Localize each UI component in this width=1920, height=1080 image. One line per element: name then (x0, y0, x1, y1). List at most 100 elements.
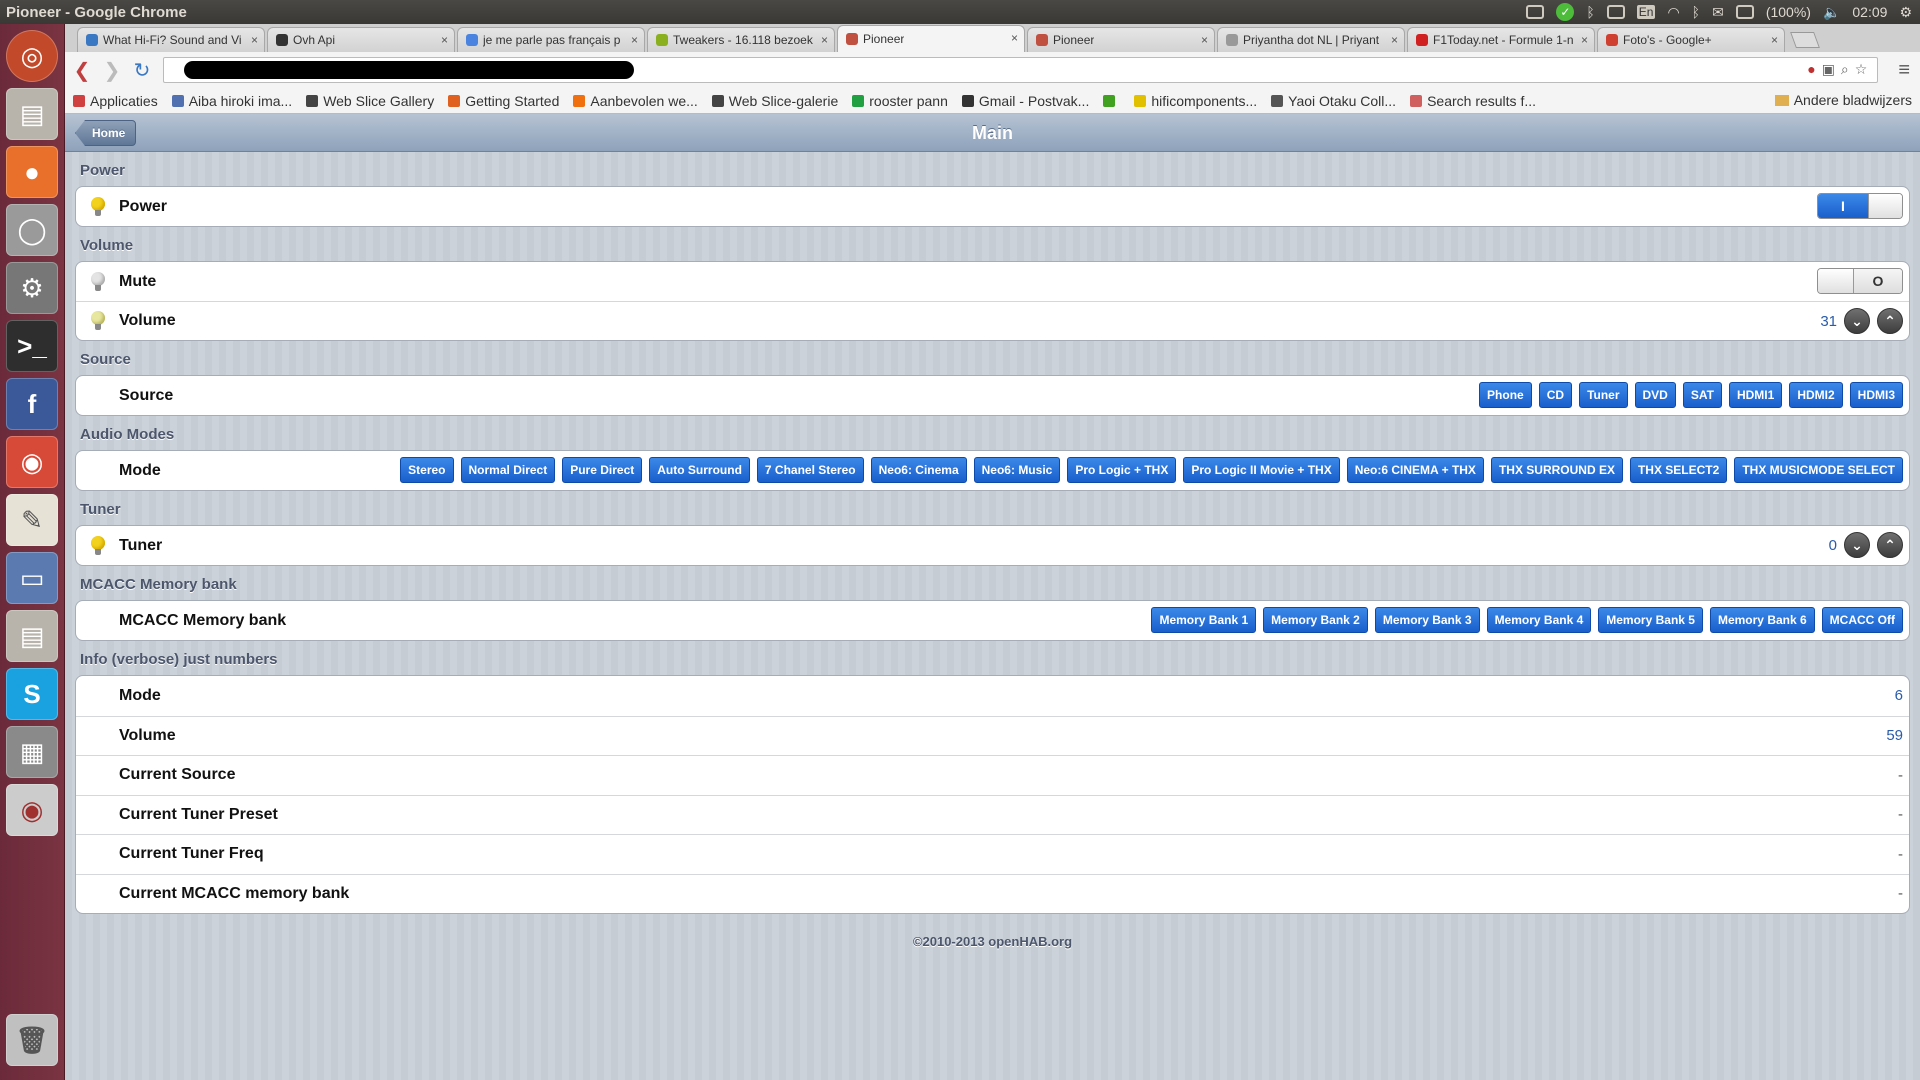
ubuntu-icon[interactable]: ◎ (6, 30, 58, 82)
back-icon[interactable]: ❮ (73, 58, 91, 83)
close-icon[interactable]: × (1771, 33, 1778, 47)
tab-1[interactable]: What Hi-Fi? Sound and Vi × (77, 27, 265, 52)
mcacc-button-5[interactable]: Memory Bank 5 (1598, 607, 1703, 633)
skype-icon[interactable]: S (6, 668, 58, 720)
tab-9[interactable]: Foto's - Google+ × (1597, 27, 1785, 52)
close-icon[interactable]: × (821, 33, 828, 47)
source-button-8[interactable]: HDMI3 (1849, 382, 1903, 408)
mode-button-10[interactable]: Neo:6 CINEMA + THX (1346, 457, 1484, 483)
mute-switch[interactable]: O (1817, 268, 1903, 294)
bluetooth-icon[interactable]: ᛒ (1692, 4, 1700, 20)
close-icon[interactable]: × (1581, 33, 1588, 47)
close-icon[interactable]: × (631, 33, 638, 47)
clipboard-icon[interactable] (1606, 5, 1625, 19)
bookmark-item[interactable]: Web Slice Gallery (306, 93, 434, 109)
mode-button-4[interactable]: Auto Surround (649, 457, 750, 483)
bookmark-item[interactable]: Getting Started (448, 93, 559, 109)
bookmark-item[interactable]: Gmail - Postvak... (961, 93, 1089, 109)
bookmark-item[interactable]: Applicaties (73, 93, 158, 109)
bookmark-item[interactable]: Web Slice-galerie (711, 93, 838, 109)
close-icon[interactable]: × (441, 33, 448, 47)
tuner-down-button[interactable]: ⌄ (1844, 532, 1870, 558)
mcacc-button-7[interactable]: MCACC Off (1821, 607, 1903, 633)
power-switch[interactable]: I (1817, 193, 1903, 219)
editor-icon[interactable]: ✎ (6, 494, 58, 546)
mode-button-9[interactable]: Pro Logic II Movie + THX (1183, 457, 1340, 483)
close-icon[interactable]: × (1201, 33, 1208, 47)
keyboard-layout[interactable]: En (1636, 5, 1656, 19)
mcacc-button-4[interactable]: Memory Bank 4 (1486, 607, 1592, 633)
mode-button-12[interactable]: THX SELECT2 (1629, 457, 1728, 483)
battery-icon[interactable] (1735, 5, 1754, 19)
mode-button-11[interactable]: THX SURROUND EX (1490, 457, 1623, 483)
archive-icon[interactable]: ▤ (6, 610, 58, 662)
bookmark-item[interactable]: rooster pann (852, 93, 948, 109)
source-button-7[interactable]: HDMI2 (1789, 382, 1843, 408)
mode-button-13[interactable]: THX MUSICMODE SELECT (1734, 457, 1903, 483)
close-icon[interactable]: × (251, 33, 258, 47)
source-button-3[interactable]: Tuner (1579, 382, 1628, 408)
tuner-up-button[interactable]: ⌃ (1877, 532, 1903, 558)
clock[interactable]: 02:09 (1852, 4, 1887, 20)
tab-8[interactable]: F1Today.net - Formule 1-n × (1407, 27, 1595, 52)
cloud-icon[interactable] (1526, 5, 1545, 19)
bluetooth-status-icon[interactable]: ᛒ (1586, 4, 1594, 20)
source-button-2[interactable]: CD (1538, 382, 1573, 408)
close-icon[interactable]: × (1011, 31, 1018, 45)
files-icon[interactable]: ▤ (6, 88, 58, 140)
mcacc-button-2[interactable]: Memory Bank 2 (1263, 607, 1368, 633)
address-bar[interactable]: ● ▣ ⌕ ☆ (163, 57, 1879, 83)
tab-6[interactable]: Pioneer × (1027, 27, 1215, 52)
mode-button-8[interactable]: Pro Logic + THX (1067, 457, 1177, 483)
terminal-icon[interactable]: >_ (6, 320, 58, 372)
star-icon[interactable]: ☆ (1855, 61, 1868, 78)
mcacc-button-3[interactable]: Memory Bank 3 (1374, 607, 1480, 633)
volume-up-button[interactable]: ⌃ (1877, 308, 1903, 334)
mode-button-2[interactable]: Normal Direct (460, 457, 556, 483)
mode-button-5[interactable]: 7 Chanel Stereo (756, 457, 864, 483)
battery-percent[interactable]: (100%) (1766, 4, 1811, 20)
new-tab-button[interactable] (1790, 32, 1820, 48)
bookmark-item[interactable]: hificomponents... (1134, 93, 1257, 109)
home-button[interactable]: Home (75, 120, 137, 146)
disk-icon[interactable]: ◯ (6, 204, 58, 256)
source-button-5[interactable]: SAT (1682, 382, 1722, 408)
other-bookmarks[interactable]: Andere bladwijzers (1774, 92, 1912, 108)
tab-3[interactable]: je me parle pas français p × (457, 27, 645, 52)
reload-icon[interactable]: ↻ (133, 58, 151, 83)
mail-icon[interactable]: ✉ (1712, 4, 1724, 21)
mode-button-3[interactable]: Pure Direct (562, 457, 643, 483)
tab-7[interactable]: Priyantha dot NL | Priyant × (1217, 27, 1405, 52)
menu-icon[interactable]: ≡ (1898, 59, 1910, 82)
mcacc-button-1[interactable]: Memory Bank 1 (1151, 607, 1257, 633)
extension-icon[interactable]: ▣ (1822, 61, 1835, 78)
chrome-icon[interactable]: ◉ (6, 436, 58, 488)
gear-icon[interactable]: ⚙ (1899, 4, 1912, 21)
adblock-icon[interactable]: ● (1807, 61, 1815, 78)
trash-icon[interactable]: 🗑 (6, 1014, 58, 1066)
bookmark-item[interactable]: Search results f... (1410, 93, 1536, 109)
check-icon[interactable]: ✓ (1556, 3, 1575, 21)
facebook-icon[interactable]: f (6, 378, 58, 430)
remote-desktop-icon[interactable]: ▭ (6, 552, 58, 604)
dvd-icon[interactable]: ◉ (6, 784, 58, 836)
settings-icon[interactable]: ⚙ (6, 262, 58, 314)
mode-button-6[interactable]: Neo6: Cinema (870, 457, 967, 483)
calculator-icon[interactable]: ▦ (6, 726, 58, 778)
mode-button-1[interactable]: Stereo (400, 457, 454, 483)
tab-2[interactable]: Ovh Api × (267, 27, 455, 52)
bookmark-item[interactable] (1103, 94, 1120, 107)
source-button-6[interactable]: HDMI1 (1728, 382, 1783, 408)
firefox-icon[interactable]: ● (6, 146, 58, 198)
tab-5[interactable]: Pioneer × (837, 25, 1025, 52)
tab-4[interactable]: Tweakers - 16.118 bezoek × (647, 27, 835, 52)
volume-down-button[interactable]: ⌄ (1844, 308, 1870, 334)
bookmark-item[interactable]: Aiba hiroki ima... (171, 93, 292, 109)
bookmark-item[interactable]: Yaoi Otaku Coll... (1271, 93, 1396, 109)
close-icon[interactable]: × (1391, 33, 1398, 47)
zoom-icon[interactable]: ⌕ (1841, 61, 1849, 78)
speaker-icon[interactable]: 🔈 (1823, 4, 1840, 21)
source-button-4[interactable]: DVD (1634, 382, 1676, 408)
bookmark-item[interactable]: Aanbevolen we... (573, 93, 698, 109)
wifi-icon[interactable]: ◠ (1667, 4, 1679, 21)
